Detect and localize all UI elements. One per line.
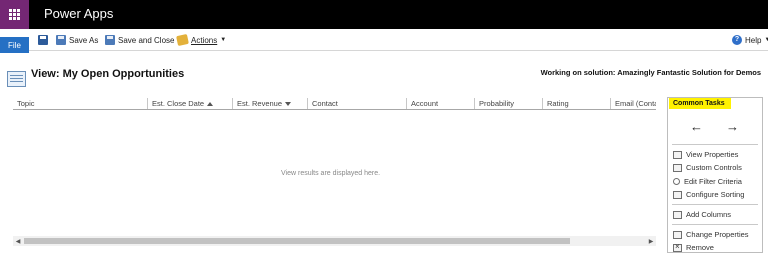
remove-link[interactable]: Remove [673,242,714,253]
save-and-close-label: Save and Close [118,35,175,45]
add-columns-icon [673,210,682,219]
waffle-icon [9,9,20,20]
file-button[interactable]: File [0,37,29,53]
sort-descending-icon [285,102,292,107]
app-launcher-button[interactable] [0,0,29,29]
save-as-label: Save As [69,35,99,45]
save-icon [38,35,48,45]
help-icon: ? [732,35,742,45]
chevron-down-icon: ▼ [220,37,227,43]
column-header-account[interactable]: Account [407,98,474,109]
edit-filter-criteria-link[interactable]: Edit Filter Criteria [673,176,742,187]
save-and-close-button[interactable]: Save and Close [105,33,174,47]
solution-label: Working on solution: Amazingly Fantastic… [540,68,761,77]
column-header-topic[interactable]: Topic [13,98,147,109]
column-header-email[interactable]: Email (Conta [611,98,656,109]
sort-ascending-icon [207,102,214,107]
scroll-left-icon[interactable]: ◀ [13,236,23,246]
actions-menu-button[interactable]: Actions ▼ [176,33,227,47]
app-title: Power Apps [44,6,114,21]
help-menu-button[interactable]: ? Help ▼ [732,33,768,47]
scrollbar-thumb[interactable] [24,238,570,244]
column-header-est-revenue[interactable]: Est. Revenue [233,98,307,109]
column-header-est-close-date[interactable]: Est. Close Date [148,98,232,109]
common-tasks-panel: Common Tasks ← → View Properties Custom … [667,97,763,253]
divider [672,144,758,145]
chevron-down-icon: ▼ [764,37,768,43]
ribbon-toolbar: File Save As Save and Close Actions ▼ ? … [0,29,768,53]
add-columns-link[interactable]: Add Columns [673,209,731,220]
view-properties-link[interactable]: View Properties [673,149,738,160]
change-properties-icon [673,230,682,239]
save-as-icon [56,35,66,45]
search-icon [673,178,680,185]
custom-controls-icon [673,163,682,172]
save-button[interactable] [38,33,48,47]
column-header-rating[interactable]: Rating [543,98,610,109]
column-header-probability[interactable]: Probability [475,98,542,109]
empty-results-message: View results are displayed here. [281,170,381,177]
view-title: View: My Open Opportunities [31,68,185,80]
move-right-arrow-icon[interactable]: → [726,120,739,133]
common-tasks-title: Common Tasks [669,98,731,109]
scroll-right-icon[interactable]: ▶ [646,236,656,246]
remove-icon [673,242,682,252]
move-left-arrow-icon[interactable]: ← [690,120,703,133]
custom-controls-link[interactable]: Custom Controls [673,162,742,173]
configure-sorting-link[interactable]: Configure Sorting [673,189,744,200]
view-properties-icon [673,150,682,159]
divider [672,204,758,205]
column-header-contact[interactable]: Contact [308,98,406,109]
app-bar: Power Apps [0,0,768,29]
change-properties-link[interactable]: Change Properties [673,229,749,240]
view-icon [7,71,26,87]
actions-label: Actions [191,35,218,45]
grid-header: Topic Est. Close Date Est. Revenue Conta… [13,98,656,110]
horizontal-scrollbar[interactable]: ◀ ▶ [13,236,656,246]
actions-icon [176,33,189,47]
save-and-close-icon [105,35,115,45]
sorting-icon [673,190,682,199]
divider [672,224,758,225]
help-label: Help [745,35,762,45]
save-as-button[interactable]: Save As [56,33,98,47]
